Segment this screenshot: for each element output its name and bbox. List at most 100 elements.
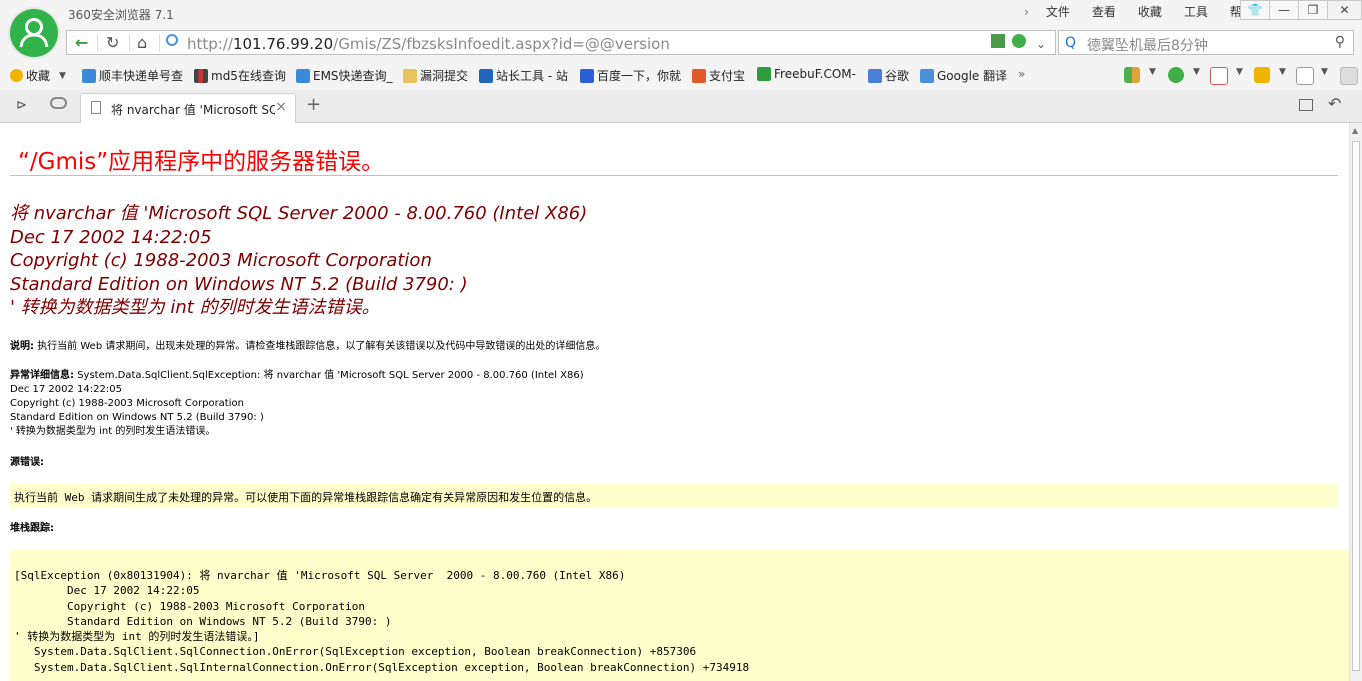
fav-label: Google 翻译: [937, 69, 1008, 83]
fav-item-md5[interactable]: md5在线查询: [194, 67, 286, 84]
description-text: 执行当前 Web 请求期间，出现未处理的异常。请检查堆栈跟踪信息，以了解有关该错…: [37, 341, 606, 352]
fav-label: 收藏: [26, 69, 51, 83]
tab-list-icon[interactable]: [1299, 99, 1313, 111]
divider: [129, 34, 130, 52]
translate-icon: [920, 68, 934, 83]
page-title: “/Gmis”应用程序中的服务器错误。: [18, 149, 385, 175]
exception-line: Copyright (c) 1988-2003 Microsoft Corpor…: [10, 398, 244, 409]
menu-file[interactable]: 文件: [1035, 4, 1081, 20]
star-icon: [10, 69, 23, 82]
fav-item-webmaster[interactable]: 站长工具 - 站: [479, 67, 568, 84]
webmaster-icon: [479, 68, 493, 83]
exception-line: Dec 17 2002 14:22:05: [10, 384, 122, 395]
exception-label: 异常详细信息:: [10, 370, 74, 381]
scroll-up-icon[interactable]: ▲: [1352, 126, 1358, 135]
back-icon[interactable]: ←: [75, 35, 88, 51]
undo-close-icon[interactable]: ↶: [1328, 94, 1341, 113]
source-error-text: 执行当前 Web 请求期间生成了未处理的异常。可以使用下面的异常堆栈跟踪信息确定…: [14, 491, 598, 504]
user-icon: [19, 18, 49, 48]
fav-label: 漏洞提交: [420, 69, 469, 83]
chevron-down-icon[interactable]: ▼: [1149, 67, 1156, 77]
app-title: 360安全浏览器 7.1: [68, 8, 174, 22]
tab-active[interactable]: 将 nvarchar 值 'Microsoft SQ ×: [80, 93, 296, 123]
error-message-line: Standard Edition on Windows NT 5.2 (Buil…: [10, 273, 468, 295]
vertical-scrollbar[interactable]: ▲: [1349, 123, 1362, 681]
baidu-icon: [580, 68, 594, 83]
fav-item-freebuf[interactable]: FreebuF.COM-: [757, 67, 856, 81]
chevron-down-icon[interactable]: ⌄: [1036, 36, 1046, 52]
title-menu: › 文件 查看 收藏 工具 帮助: [1018, 4, 1265, 20]
fav-item-ems[interactable]: EMS快递查询_: [296, 67, 393, 84]
sidebar-icon[interactable]: [1340, 67, 1358, 85]
home-icon[interactable]: ⌂: [137, 35, 147, 51]
fav-item-sf[interactable]: 顺丰快递单号查: [82, 67, 183, 84]
fav-item-baidu[interactable]: 百度一下，你就: [580, 67, 681, 84]
error-message-line: 将 nvarchar 值 'Microsoft SQL Server 2000 …: [10, 203, 588, 224]
shield-icon[interactable]: [1168, 67, 1184, 83]
exception-line: Standard Edition on Windows NT 5.2 (Buil…: [10, 412, 264, 423]
fav-label: 支付宝: [709, 69, 746, 83]
description-label: 说明:: [10, 341, 34, 352]
search-icon[interactable]: ⚲: [1335, 34, 1345, 50]
refresh-icon[interactable]: ↻: [106, 35, 119, 51]
fav-label: EMS快递查询_: [313, 69, 393, 83]
divider: [97, 34, 98, 52]
divider: [10, 175, 1338, 176]
search-input[interactable]: Q 德翼坠机最后8分钟 ⚲: [1058, 30, 1354, 55]
qr-icon[interactable]: [991, 34, 1005, 48]
browser-logo[interactable]: [10, 9, 58, 57]
maximize-button[interactable]: ❐: [1298, 0, 1328, 20]
apps-icon[interactable]: [1124, 67, 1140, 83]
menu-tools[interactable]: 工具: [1173, 4, 1219, 20]
fav-item-vuln[interactable]: 漏洞提交: [403, 67, 468, 84]
globe-icon: [166, 34, 178, 46]
fav-item-alipay[interactable]: 支付宝: [692, 67, 745, 84]
favorites-bar: 收藏 ▼ 顺丰快递单号查 md5在线查询 EMS快递查询_ 漏洞提交 站长工具 -…: [0, 60, 1362, 90]
fav-label: md5在线查询: [211, 69, 286, 83]
close-button[interactable]: ✕: [1327, 0, 1362, 20]
error-message-line: ' 转换为数据类型为 int 的列时发生语法错误。: [10, 297, 380, 318]
scrollbar-thumb[interactable]: [1352, 141, 1360, 671]
menu-arrow-icon[interactable]: ›: [1018, 4, 1035, 20]
chevron-down-icon[interactable]: ▼: [1321, 67, 1328, 77]
tab-title: 将 nvarchar 值 'Microsoft SQ: [111, 103, 275, 117]
fav-item-google[interactable]: 谷歌: [868, 67, 909, 84]
chevron-down-icon[interactable]: ▼: [1193, 67, 1200, 77]
speed-icon[interactable]: [1012, 34, 1026, 48]
chevron-down-icon[interactable]: ▼: [59, 71, 66, 81]
divider: [159, 34, 160, 52]
alipay-icon: [692, 68, 706, 83]
favorites-menu[interactable]: 收藏 ▼: [10, 67, 66, 84]
fav-label: FreebuF.COM-: [774, 67, 856, 81]
page-content: “/Gmis”应用程序中的服务器错误。 将 nvarchar 值 'Micros…: [0, 123, 1349, 681]
skin-icon[interactable]: 👕: [1240, 0, 1270, 20]
game-icon[interactable]: [1254, 67, 1270, 83]
chevron-down-icon[interactable]: ▼: [1236, 67, 1243, 77]
exception-details: 异常详细信息: System.Data.SqlClient.SqlExcepti…: [10, 369, 584, 439]
page-icon: [91, 101, 101, 114]
minimize-button[interactable]: —: [1269, 0, 1299, 20]
url-text[interactable]: http://101.76.99.20/Gmis/ZS/fbzsksInfoed…: [187, 35, 670, 53]
ad-block-icon[interactable]: [1210, 67, 1228, 85]
screenshot-icon[interactable]: [1296, 67, 1314, 85]
search-engine-icon[interactable]: Q: [1065, 35, 1076, 51]
exception-line: System.Data.SqlClient.SqlException: 将 nv…: [77, 370, 584, 381]
error-message: 将 nvarchar 值 'Microsoft SQL Server 2000 …: [10, 202, 587, 320]
sidebar-toggle-icon[interactable]: ⊳: [16, 98, 27, 113]
ie-icon: [296, 68, 310, 83]
stack-trace-label: 堆栈跟踪:: [10, 523, 54, 534]
new-tab-button[interactable]: +: [306, 94, 321, 115]
fav-item-translate[interactable]: Google 翻译: [920, 67, 1007, 84]
stack-trace-box: [SqlException (0x80131904): 将 nvarchar 值…: [10, 550, 1349, 681]
grid-icon: [194, 68, 208, 83]
url-field[interactable]: ← ↻ ⌂ http://101.76.99.20/Gmis/ZS/fbzsks…: [66, 30, 1056, 55]
folder-icon: [403, 68, 417, 83]
stack-trace-text: [SqlException (0x80131904): 将 nvarchar 值…: [14, 569, 750, 674]
menu-favorites[interactable]: 收藏: [1127, 4, 1173, 20]
close-icon[interactable]: ×: [275, 99, 287, 115]
menu-view[interactable]: 查看: [1081, 4, 1127, 20]
more-favorites-icon[interactable]: »: [1018, 67, 1025, 81]
chevron-down-icon[interactable]: ▼: [1279, 67, 1286, 77]
cloud-icon[interactable]: [50, 97, 67, 109]
fav-label: 百度一下，你就: [597, 69, 682, 83]
